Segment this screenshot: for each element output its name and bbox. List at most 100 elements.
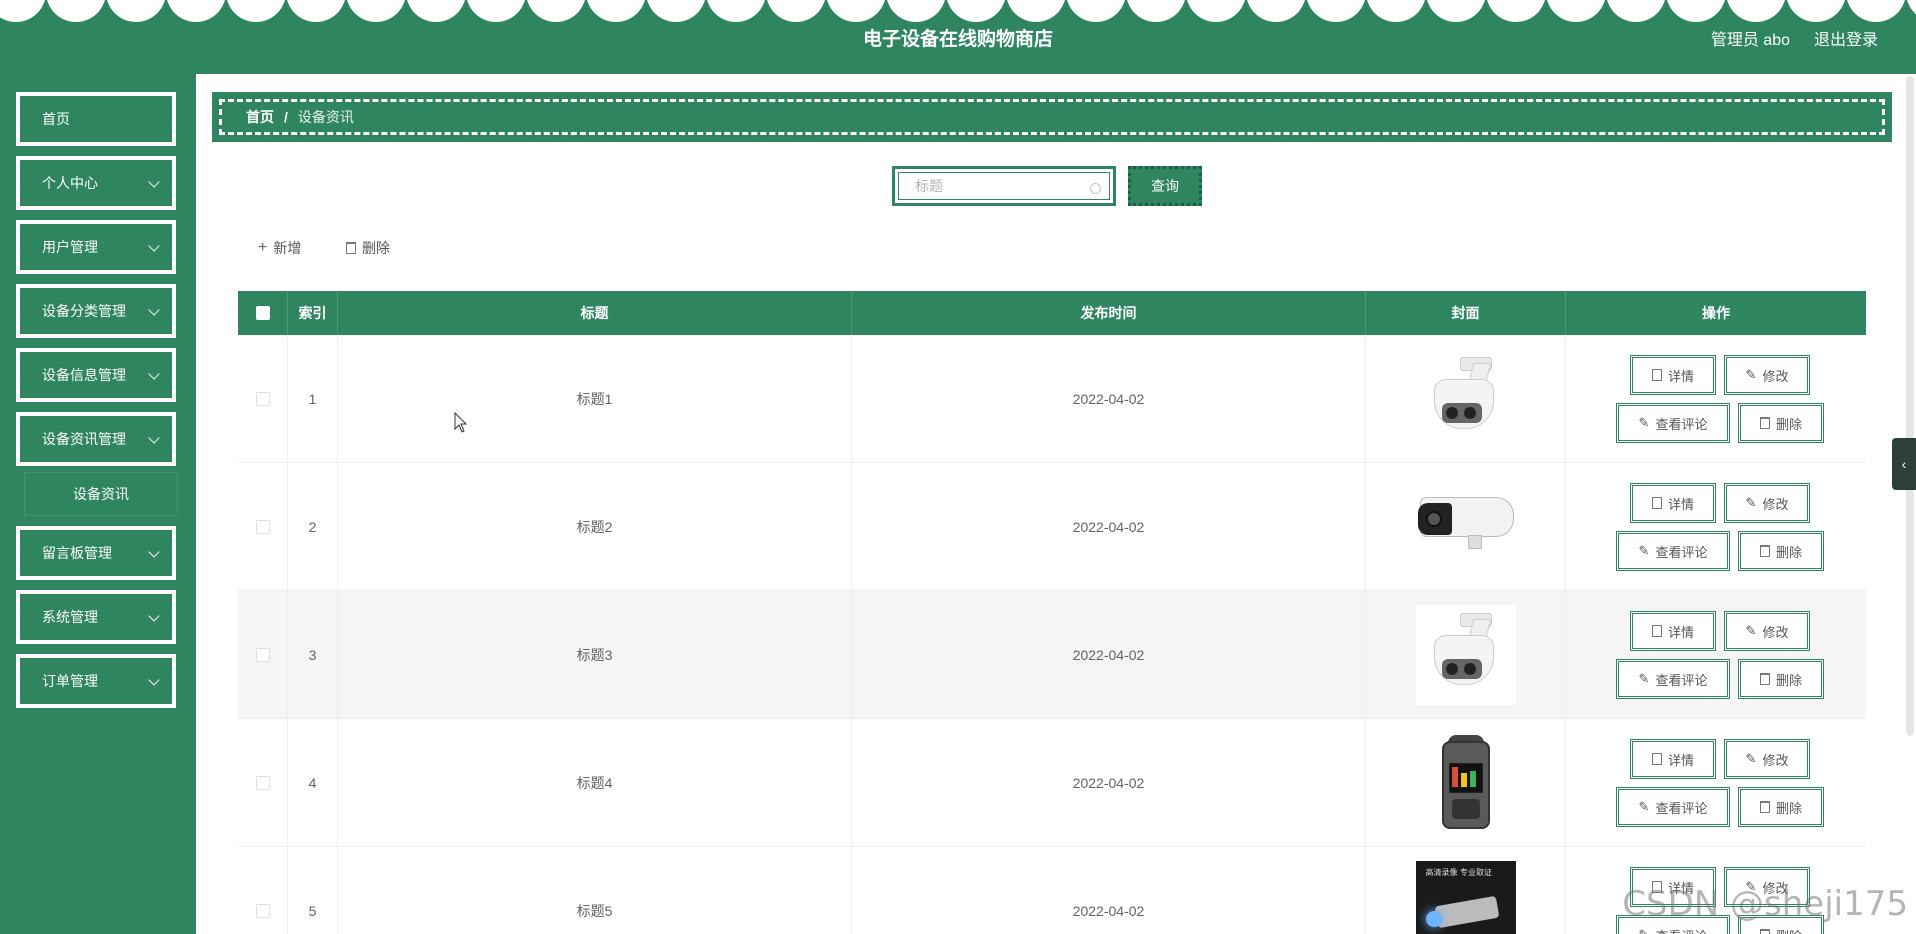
delete-button[interactable]: 删除 (1738, 403, 1824, 443)
news-table: 索引 标题 发布时间 封面 操作 1 标题1 2022-04-02 详情 ✎ 修改… (238, 291, 1866, 934)
pencil-icon: ✎ (1639, 927, 1650, 934)
chevron-down-icon (148, 674, 160, 686)
row-index: 5 (288, 847, 338, 934)
delete-label: 删除 (1775, 544, 1802, 560)
edit-button[interactable]: ✎ 修改 (1724, 739, 1810, 779)
trash-icon (1759, 545, 1770, 557)
edit-button[interactable]: ✎ 修改 (1724, 355, 1810, 395)
sidebar-item-label: 用户管理 (42, 239, 98, 255)
sidebar-item-home[interactable]: 首页 (16, 92, 176, 146)
page-scrollbar[interactable] (1906, 76, 1914, 736)
sidebar-item-orders[interactable]: 订单管理 (16, 654, 176, 708)
row-checkbox[interactable] (255, 903, 270, 918)
trash-icon (1759, 673, 1770, 685)
pencil-icon: ✎ (1638, 543, 1650, 558)
chevron-down-icon (148, 304, 160, 316)
sidebar-item-personal-center[interactable]: 个人中心 (16, 156, 176, 210)
detail-label: 详情 (1667, 496, 1694, 512)
cover-image-bullet-camera (1415, 476, 1516, 577)
sidebar-item-label: 系统管理 (42, 609, 98, 625)
breadcrumb-home[interactable]: 首页 (246, 107, 274, 127)
row-checkbox[interactable] (255, 519, 270, 534)
row-index: 4 (288, 719, 338, 846)
collapse-tab[interactable]: ‹ (1892, 438, 1916, 490)
sidebar-item-device-category[interactable]: 设备分类管理 (16, 284, 176, 338)
submenu-item-device-news[interactable]: 设备资讯 (24, 472, 178, 516)
row-index: 3 (288, 591, 338, 718)
row-date: 2022-04-02 (852, 335, 1366, 462)
sidebar-item-message-board[interactable]: 留言板管理 (16, 526, 176, 580)
plus-icon: + (258, 239, 268, 256)
row-date: 2022-04-02 (852, 847, 1366, 934)
row-index: 2 (288, 463, 338, 590)
comments-label: 查看评论 (1655, 800, 1708, 816)
row-date: 2022-04-02 (852, 463, 1366, 590)
row-title: 标题1 (338, 335, 852, 462)
sidebar-item-device-info[interactable]: 设备信息管理 (16, 348, 176, 402)
batch-delete-button[interactable]: 删除 (346, 238, 390, 258)
submenu-item-label: 设备资讯 (73, 486, 129, 502)
breadcrumb-separator: / (284, 109, 288, 125)
edit-label: 修改 (1762, 752, 1789, 768)
trash-icon (1759, 801, 1770, 813)
detail-button[interactable]: 详情 (1630, 739, 1716, 779)
view-comments-button[interactable]: ✎ 查看评论 (1616, 659, 1730, 699)
detail-label: 详情 (1667, 752, 1694, 768)
column-header: 发布时间 (852, 291, 1366, 335)
document-icon (1651, 369, 1662, 381)
document-icon (1651, 625, 1662, 637)
pencil-icon: ✎ (1638, 415, 1650, 430)
document-icon (1651, 497, 1662, 509)
row-date: 2022-04-02 (852, 591, 1366, 718)
search-button[interactable]: 查询 (1128, 166, 1202, 206)
search-box (892, 166, 1116, 206)
detail-label: 详情 (1667, 368, 1694, 384)
sidebar-item-user-management[interactable]: 用户管理 (16, 220, 176, 274)
detail-button[interactable]: 详情 (1630, 483, 1716, 523)
pencil-icon: ✎ (1745, 623, 1757, 638)
row-title: 标题2 (338, 463, 852, 590)
row-checkbox[interactable] (255, 775, 270, 790)
search-icon (1090, 183, 1101, 194)
delete-button[interactable]: 删除 (1738, 787, 1824, 827)
row-actions: 详情 ✎ 修改 ✎ 查看评论 删除 (1566, 719, 1866, 846)
column-header: 封面 (1366, 291, 1566, 335)
row-checkbox[interactable] (255, 647, 270, 662)
delete-button[interactable]: 删除 (1738, 531, 1824, 571)
column-header: 操作 (1702, 305, 1730, 321)
table-row: 2 标题2 2022-04-02 详情 ✎ 修改 ✎ 查看评论 删除 (238, 463, 1866, 591)
trash-icon (1759, 417, 1770, 429)
sidebar-item-label: 订单管理 (42, 673, 98, 689)
detail-button[interactable]: 详情 (1630, 611, 1716, 651)
scallop-decoration (0, 0, 1916, 26)
detail-button[interactable]: 详情 (1630, 355, 1716, 395)
comments-label: 查看评论 (1655, 544, 1708, 560)
view-comments-button[interactable]: ✎ 查看评论 (1616, 403, 1730, 443)
view-comments-button[interactable]: ✎ 查看评论 (1616, 787, 1730, 827)
edit-label: 修改 (1762, 368, 1789, 384)
row-checkbox[interactable] (255, 391, 270, 406)
select-all-checkbox[interactable] (255, 306, 270, 320)
watermark: CSDN @sheji175 (1622, 884, 1908, 924)
edit-label: 修改 (1762, 496, 1789, 512)
row-index: 1 (288, 335, 338, 462)
sidebar-item-system[interactable]: 系统管理 (16, 590, 176, 644)
view-comments-button[interactable]: ✎ 查看评论 (1616, 531, 1730, 571)
logout-link[interactable]: 退出登录 (1814, 26, 1878, 50)
row-actions: 详情 ✎ 修改 ✎ 查看评论 删除 (1566, 463, 1866, 590)
trash-icon (1759, 929, 1770, 934)
sidebar-item-device-news[interactable]: 设备资讯管理 (16, 412, 176, 466)
search-input[interactable] (899, 173, 1109, 199)
table-row: 1 标题1 2022-04-02 详情 ✎ 修改 ✎ 查看评论 删除 (238, 335, 1866, 463)
add-button[interactable]: + 新增 (258, 238, 301, 258)
pencil-icon: ✎ (1745, 495, 1757, 510)
site-title: 电子设备在线购物商店 (862, 29, 1053, 50)
edit-button[interactable]: ✎ 修改 (1724, 483, 1810, 523)
row-date: 2022-04-02 (852, 719, 1366, 846)
cover-image-promo: 高清录像 专业取证 (1415, 860, 1516, 934)
delete-button[interactable]: 删除 (1738, 659, 1824, 699)
admin-username: 管理员 abo (1710, 32, 1790, 49)
edit-button[interactable]: ✎ 修改 (1724, 611, 1810, 651)
detail-label: 详情 (1667, 624, 1694, 640)
add-label: 新增 (273, 240, 302, 256)
